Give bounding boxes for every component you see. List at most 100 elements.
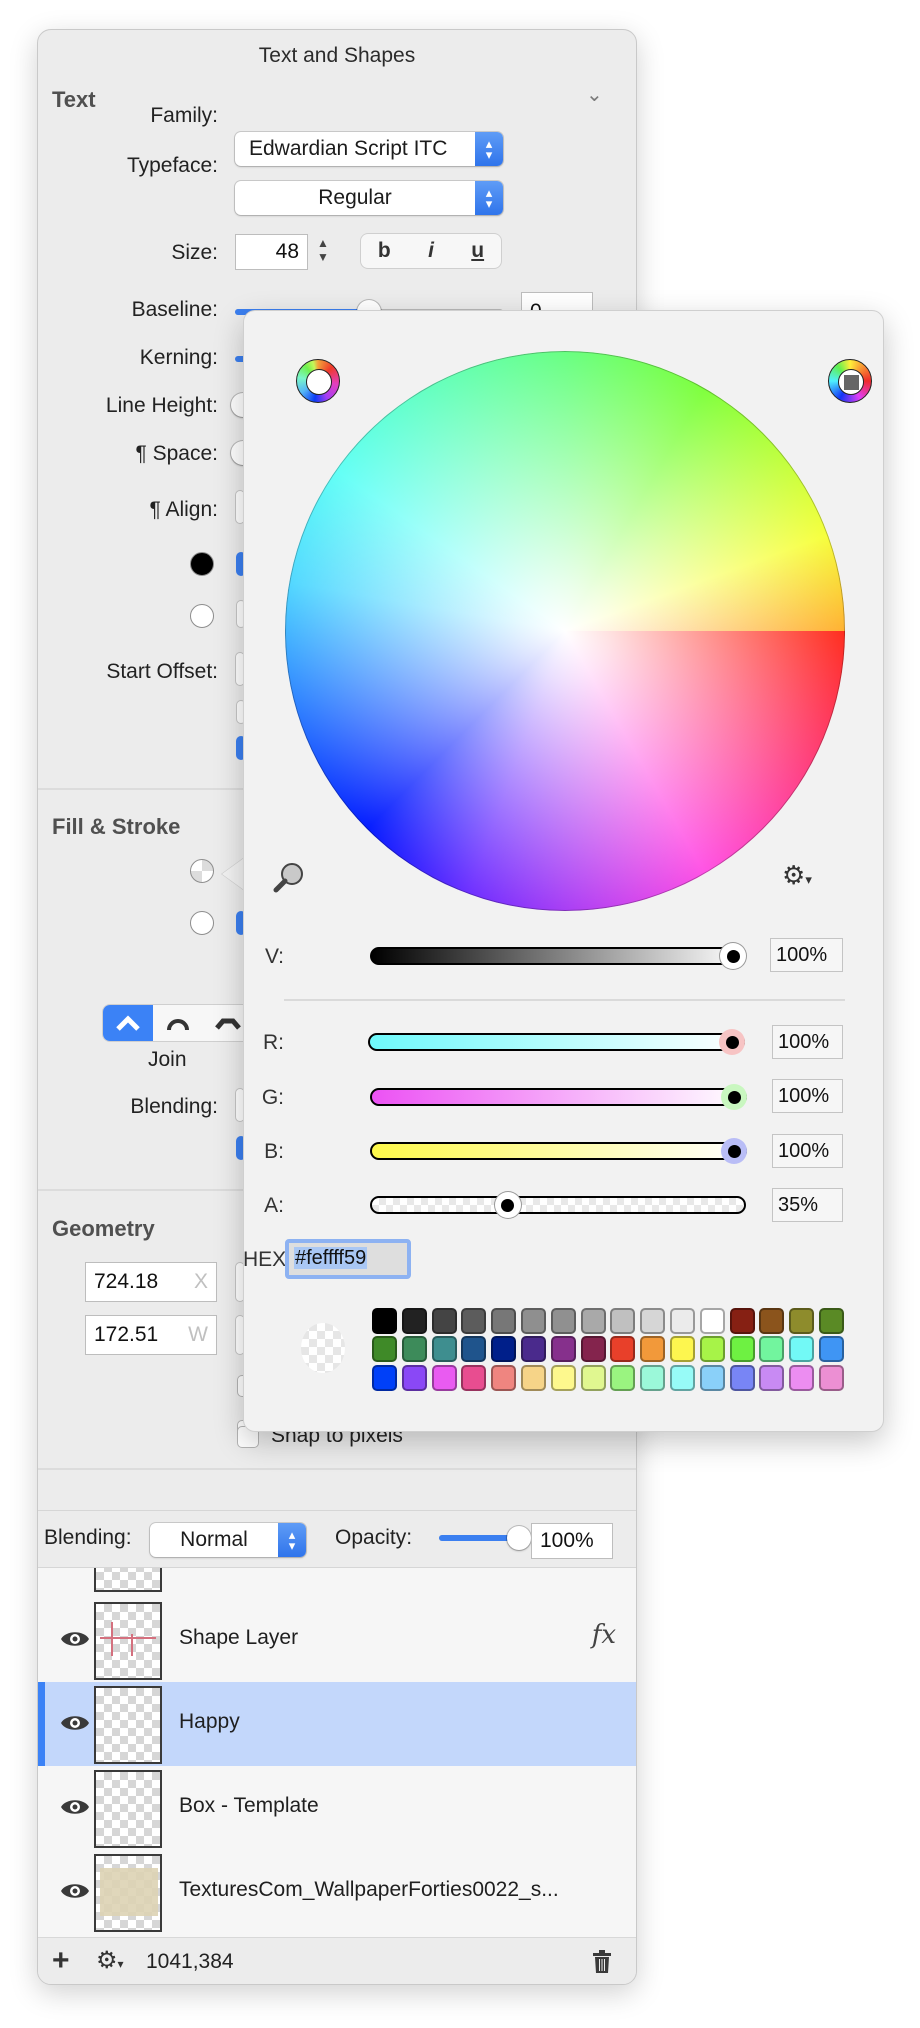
layer-opacity-slider-knob[interactable] [507, 1526, 531, 1550]
hex-input[interactable]: #feffff59 [285, 1239, 411, 1279]
size-input[interactable]: 48 [235, 234, 308, 270]
red-slider-knob[interactable] [719, 1029, 745, 1055]
color-swatch[interactable] [431, 1308, 457, 1334]
layer-row[interactable]: Box - Template [38, 1766, 636, 1850]
color-swatch[interactable] [461, 1336, 487, 1363]
color-wheel-mode-icon[interactable] [296, 359, 340, 403]
collapse-chevron-icon[interactable]: ⌄ [586, 82, 603, 107]
color-swatch[interactable] [818, 1308, 844, 1334]
width-input[interactable]: 172.51 W [85, 1315, 217, 1355]
color-swatch[interactable] [461, 1364, 487, 1391]
color-wheel[interactable] [285, 351, 845, 911]
color-swatch[interactable] [610, 1336, 636, 1363]
color-swatch[interactable] [550, 1336, 576, 1363]
color-swatch[interactable] [818, 1364, 844, 1391]
color-swatch[interactable] [669, 1364, 695, 1391]
effects-fx-icon[interactable]: fx [592, 1620, 616, 1650]
text-stroke-color-well[interactable] [190, 604, 214, 628]
alpha-slider-knob[interactable] [494, 1192, 521, 1218]
value-slider[interactable] [370, 943, 746, 969]
layer-row[interactable]: TexturesCom_WallpaperForties0022_s... [38, 1850, 636, 1934]
color-swatch[interactable] [669, 1308, 695, 1334]
color-swatch[interactable] [372, 1364, 397, 1391]
blue-input[interactable]: 100% [772, 1134, 843, 1168]
typeface-select[interactable]: Regular ▴ ▾ [235, 181, 503, 215]
color-swatch[interactable] [550, 1308, 576, 1334]
alpha-input[interactable]: 35% [772, 1188, 843, 1222]
color-swatch[interactable] [640, 1308, 666, 1334]
bold-button[interactable]: b [361, 234, 408, 268]
layer-row[interactable]: Shape Layer fx [38, 1598, 636, 1682]
picker-gear-menu-icon[interactable]: ⚙▾ [782, 860, 812, 891]
visibility-eye-icon[interactable] [60, 1628, 90, 1650]
layer-row-selected[interactable]: Happy [38, 1682, 636, 1766]
color-swatch[interactable] [669, 1336, 695, 1363]
blue-slider-knob[interactable] [721, 1138, 747, 1164]
color-swatch[interactable] [729, 1364, 755, 1391]
red-slider[interactable] [368, 1029, 745, 1055]
color-swatch[interactable] [699, 1336, 725, 1363]
color-swatch[interactable] [789, 1364, 815, 1391]
color-swatch[interactable] [640, 1336, 666, 1363]
visibility-eye-icon[interactable] [60, 1712, 90, 1734]
color-swatch[interactable] [520, 1336, 546, 1363]
green-slider[interactable] [370, 1084, 747, 1110]
color-swatch[interactable] [580, 1336, 606, 1363]
color-swatch[interactable] [520, 1364, 546, 1391]
blue-slider[interactable] [370, 1138, 747, 1164]
italic-button[interactable]: i [408, 234, 455, 268]
color-swatch[interactable] [759, 1364, 785, 1391]
color-swatch[interactable] [461, 1308, 487, 1334]
color-swatch[interactable] [699, 1364, 725, 1391]
visibility-eye-icon[interactable] [60, 1796, 90, 1818]
color-swatch[interactable] [372, 1308, 397, 1334]
color-swatch[interactable] [759, 1336, 785, 1363]
color-swatch[interactable] [610, 1308, 636, 1334]
color-swatch[interactable] [401, 1336, 427, 1363]
color-swatch[interactable] [550, 1364, 576, 1391]
layer-blending-select[interactable]: Normal ▴ ▾ [150, 1523, 306, 1557]
fill-color-well[interactable] [190, 859, 214, 883]
miter-join-button[interactable] [103, 1005, 153, 1041]
green-input[interactable]: 100% [772, 1079, 843, 1113]
color-swatch[interactable] [580, 1364, 606, 1391]
color-palette-mode-icon[interactable] [828, 359, 872, 403]
underline-button[interactable]: u [454, 234, 501, 268]
layer-opacity-input[interactable]: 100% [531, 1523, 613, 1559]
color-swatch[interactable] [491, 1364, 517, 1391]
color-swatch[interactable] [729, 1336, 755, 1363]
add-layer-button[interactable]: + [52, 1944, 70, 1978]
color-swatch[interactable] [401, 1364, 427, 1391]
text-color-well-black[interactable] [190, 552, 214, 576]
trash-icon[interactable] [592, 1950, 612, 1974]
color-swatch[interactable] [431, 1364, 457, 1391]
x-position-input[interactable]: 724.18 X [85, 1262, 217, 1302]
visibility-eye-icon[interactable] [60, 1880, 90, 1902]
color-swatch[interactable] [789, 1336, 815, 1363]
color-swatch[interactable] [401, 1308, 427, 1334]
color-swatch[interactable] [789, 1308, 815, 1334]
stroke-color-well[interactable] [190, 911, 214, 935]
color-swatch[interactable] [640, 1364, 666, 1391]
value-input[interactable]: 100% [770, 938, 843, 972]
color-swatch[interactable] [699, 1308, 725, 1334]
color-swatch[interactable] [491, 1308, 517, 1334]
red-input[interactable]: 100% [772, 1025, 843, 1059]
green-slider-knob[interactable] [721, 1084, 747, 1110]
color-swatch[interactable] [431, 1336, 457, 1363]
eyedropper-icon[interactable] [272, 861, 306, 895]
color-swatch[interactable] [520, 1308, 546, 1334]
color-swatch[interactable] [491, 1336, 517, 1363]
color-swatch[interactable] [759, 1308, 785, 1334]
color-swatch[interactable] [372, 1336, 397, 1363]
value-slider-knob[interactable] [720, 943, 746, 969]
alpha-slider[interactable] [370, 1192, 746, 1218]
family-select[interactable]: Edwardian Script ITC ▴ ▾ [235, 132, 503, 166]
gear-menu-icon[interactable]: ⚙▾ [96, 1946, 124, 1975]
layer-row[interactable] [38, 1568, 636, 1594]
color-swatch[interactable] [818, 1336, 844, 1363]
size-stepper[interactable]: ▲ ▼ [317, 236, 329, 264]
color-swatch[interactable] [610, 1364, 636, 1391]
round-join-button[interactable] [153, 1005, 203, 1041]
color-swatch[interactable] [580, 1308, 606, 1334]
